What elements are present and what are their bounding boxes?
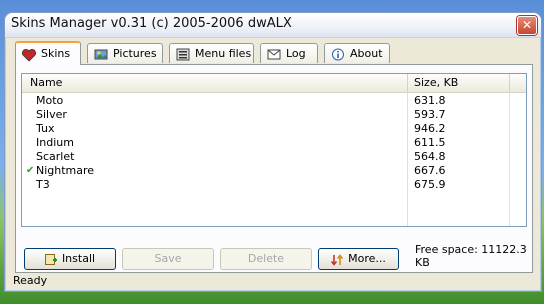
heart-icon — [22, 48, 36, 62]
skins-manager-window: Skins Manager v0.31 (c) 2005-2006 dwALX … — [4, 12, 542, 292]
list-item[interactable]: ✔ Nightmare 667.6 — [22, 164, 510, 178]
tab-about-label: About — [350, 47, 383, 60]
active-check-icon: ✔ — [26, 165, 35, 176]
tab-about[interactable]: About — [324, 43, 390, 63]
skin-size: 564.8 — [414, 150, 446, 163]
more-button[interactable]: More... — [318, 248, 399, 270]
status-text: Ready — [13, 274, 48, 287]
free-space-label: Free space: 11122.3 KB — [415, 243, 527, 269]
skin-name: Indium — [36, 136, 74, 149]
tab-log[interactable]: Log — [260, 43, 318, 63]
menu-files-icon — [176, 48, 190, 61]
tab-pictures-label: Pictures — [113, 47, 157, 60]
tab-pictures[interactable]: Pictures — [87, 43, 163, 63]
save-button-label: Save — [154, 252, 182, 265]
title-bar[interactable]: Skins Manager v0.31 (c) 2005-2006 dwALX … — [5, 13, 541, 38]
info-icon — [331, 48, 345, 61]
log-icon — [267, 48, 281, 61]
install-icon — [44, 253, 57, 265]
list-item[interactable]: Tux 946.2 — [22, 122, 510, 136]
skin-size: 946.2 — [414, 122, 446, 135]
skin-name: Nightmare — [36, 164, 95, 177]
window-title: Skins Manager v0.31 (c) 2005-2006 dwALX — [11, 16, 292, 31]
skins-panel: Name Size, KB Moto 631.8 Silver 593.7 Tu… — [15, 64, 533, 273]
pictures-icon — [94, 48, 108, 61]
tab-menu-files-label: Menu files — [195, 47, 252, 60]
column-header-spacer — [509, 74, 526, 92]
skin-name: Scarlet — [36, 150, 75, 163]
close-button[interactable]: ✕ — [517, 16, 537, 35]
more-button-label: More... — [348, 252, 386, 265]
save-button[interactable]: Save — [122, 248, 214, 270]
column-header-size[interactable]: Size, KB — [407, 74, 509, 92]
skin-size: 667.6 — [414, 164, 446, 177]
list-item[interactable]: Silver 593.7 — [22, 108, 510, 122]
tab-menu-files[interactable]: Menu files — [169, 43, 254, 63]
install-button[interactable]: Install — [24, 248, 116, 270]
skin-name: T3 — [36, 178, 50, 191]
tab-skins-label: Skins — [41, 47, 71, 60]
skin-size: 675.9 — [414, 178, 446, 191]
skin-name: Moto — [36, 94, 64, 107]
list-header: Name Size, KB — [22, 74, 526, 93]
delete-button[interactable]: Delete — [220, 248, 312, 270]
install-button-label: Install — [61, 252, 96, 265]
skin-name: Tux — [36, 122, 55, 135]
list-item[interactable]: Indium 611.5 — [22, 136, 510, 150]
list-item[interactable]: Moto 631.8 — [22, 94, 510, 108]
tab-skins[interactable]: Skins — [15, 41, 81, 65]
skin-size: 631.8 — [414, 94, 446, 107]
delete-button-label: Delete — [247, 252, 285, 265]
tab-log-label: Log — [286, 47, 306, 60]
skin-size: 611.5 — [414, 136, 446, 149]
skins-list[interactable]: Name Size, KB Moto 631.8 Silver 593.7 Tu… — [21, 73, 527, 227]
list-item[interactable]: Scarlet 564.8 — [22, 150, 510, 164]
skin-size: 593.7 — [414, 108, 446, 121]
sort-arrows-icon — [330, 253, 344, 266]
skin-name: Silver — [36, 108, 67, 121]
column-header-name[interactable]: Name — [30, 76, 62, 89]
list-item[interactable]: T3 675.9 — [22, 178, 510, 192]
